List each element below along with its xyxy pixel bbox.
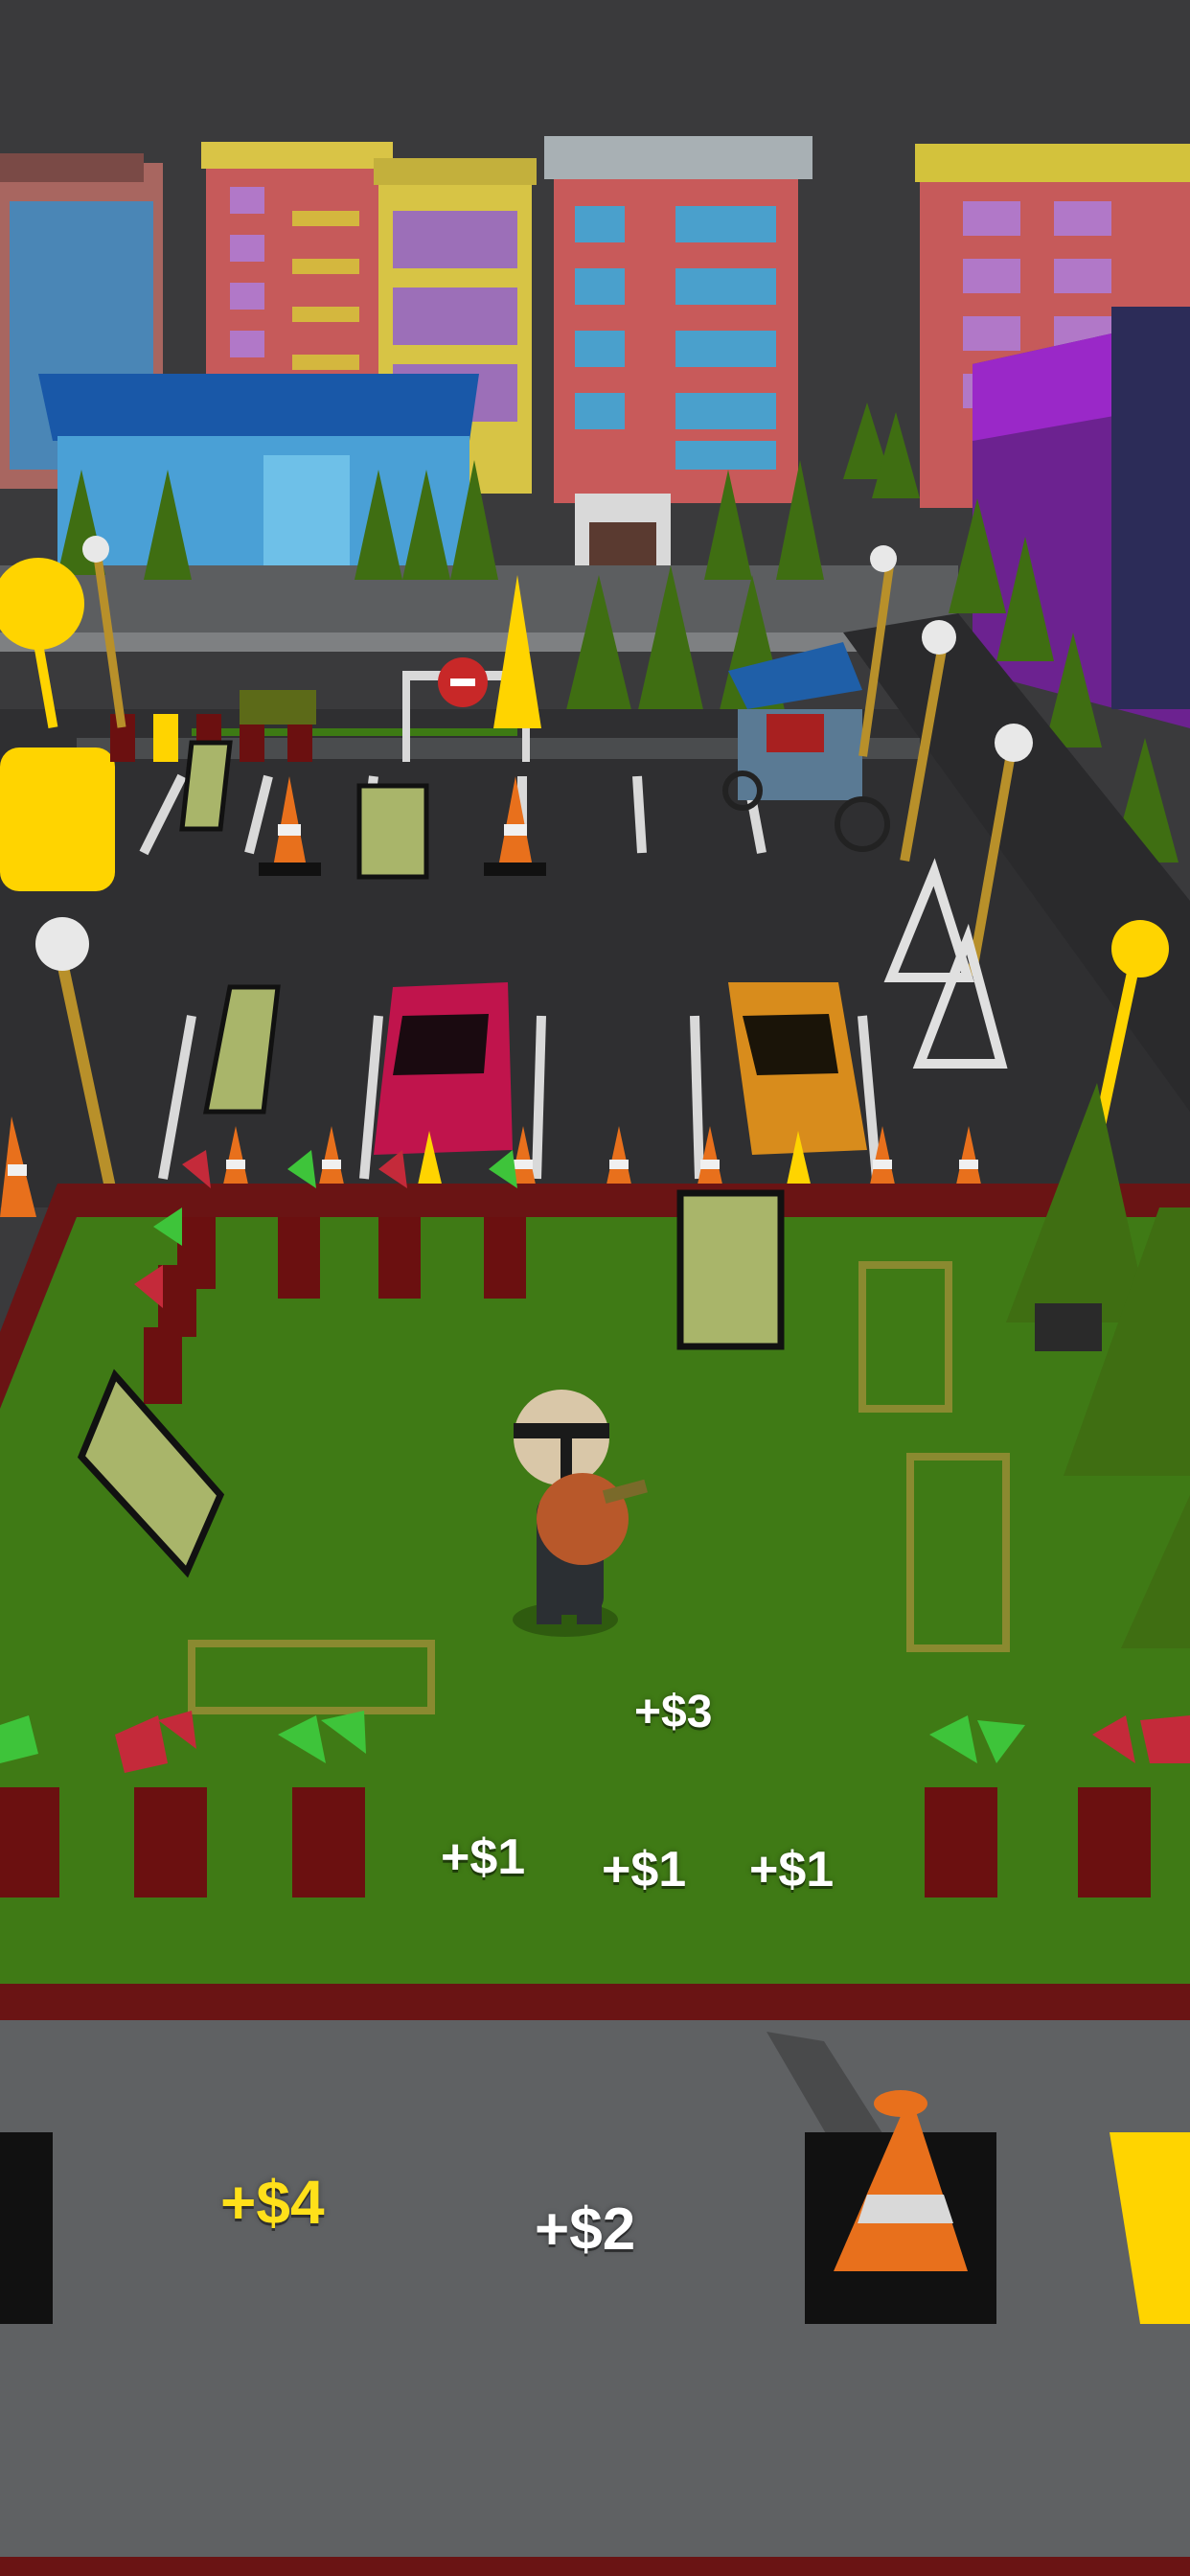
road — [0, 2020, 1190, 2557]
reward-plus-2: +$2 — [535, 2196, 636, 2263]
park-sign-board — [676, 1189, 785, 1350]
reward-plus-3: +$3 — [634, 1687, 713, 1737]
reward-plus-4: +$4 — [220, 2168, 325, 2237]
reward-plus-1-a: +$1 — [441, 1829, 526, 1885]
lower-curb — [0, 1984, 1190, 2020]
game-scene — [0, 0, 1190, 2576]
reward-plus-1-b: +$1 — [602, 1842, 687, 1898]
red-car — [374, 982, 513, 1155]
yellow-taxi — [0, 748, 115, 891]
reward-plus-1-c: +$1 — [749, 1842, 835, 1898]
road-block-left — [0, 2132, 53, 2324]
